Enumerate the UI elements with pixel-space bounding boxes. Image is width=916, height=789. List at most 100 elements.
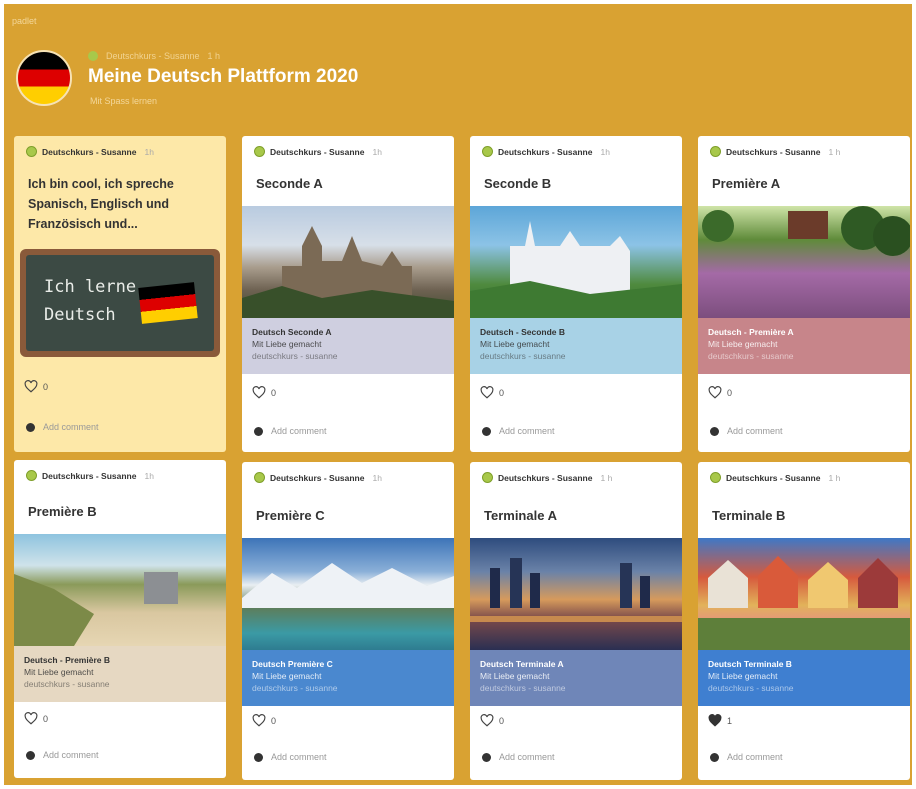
post-title: Terminale A xyxy=(484,508,557,523)
heart-icon xyxy=(708,386,722,399)
link-preview[interactable]: Deutsch Terminale B Mit Liebe gemacht de… xyxy=(698,650,910,706)
like-count: 0 xyxy=(43,713,49,724)
user-avatar xyxy=(710,426,719,436)
castle-image[interactable] xyxy=(242,206,454,318)
post-title: Terminale B xyxy=(712,508,786,523)
author-name: Deutschkurs - Susanne xyxy=(270,472,365,483)
comment-placeholder: Add comment xyxy=(43,750,99,760)
mountain-image[interactable] xyxy=(242,538,454,650)
add-comment-field[interactable]: Add comment xyxy=(26,422,99,432)
town-image[interactable] xyxy=(698,538,910,650)
author-name: Deutschkurs - Susanne xyxy=(270,146,365,157)
user-avatar xyxy=(710,752,719,762)
heathland-image[interactable] xyxy=(698,206,910,318)
comment-placeholder: Add comment xyxy=(271,426,327,436)
link-source: deutschkurs - susanne xyxy=(480,683,566,693)
heath-illustration xyxy=(702,206,910,256)
castle-illustration xyxy=(470,221,682,318)
post-author: Deutschkurs - Susanne 1 h xyxy=(710,472,840,483)
link-preview[interactable]: Deutsch Terminale A Mit Liebe gemacht de… xyxy=(470,650,682,706)
link-source: deutschkurs - susanne xyxy=(708,683,794,693)
post-time: 1 h xyxy=(600,472,613,483)
link-title: Deutsch Terminale B xyxy=(708,659,792,669)
author-name: Deutschkurs - Susanne xyxy=(726,472,821,483)
comment-placeholder: Add comment xyxy=(499,752,555,762)
beach-image[interactable] xyxy=(14,534,226,646)
link-title: Deutsch - Première B xyxy=(24,655,110,665)
author-name: Deutschkurs - Susanne xyxy=(498,146,593,157)
board-meta: Deutschkurs - Susanne 1 h xyxy=(88,51,220,61)
add-comment-field[interactable]: Add comment xyxy=(26,750,99,760)
add-comment-field[interactable]: Add comment xyxy=(482,426,555,436)
city-image[interactable] xyxy=(470,538,682,650)
add-comment-field[interactable]: Add comment xyxy=(710,426,783,436)
like-count: 1 xyxy=(727,715,733,726)
beach-illustration xyxy=(14,572,178,646)
link-preview[interactable]: Deutsch - Première B Mit Liebe gemacht d… xyxy=(14,646,226,702)
post-time: 1 h xyxy=(828,146,841,157)
add-comment-field[interactable]: Add comment xyxy=(482,752,555,762)
post-card[interactable]: Deutschkurs - Susanne 1h Seconde A Deuts… xyxy=(242,136,454,452)
like-button[interactable]: 0 xyxy=(480,714,504,727)
city-illustration xyxy=(470,558,682,622)
link-source: deutschkurs - susanne xyxy=(480,351,566,361)
link-subtitle: Mit Liebe gemacht xyxy=(252,671,322,681)
add-comment-field[interactable]: Add comment xyxy=(254,426,327,436)
chalkboard-image[interactable]: Ich lerne Deutsch xyxy=(20,249,220,357)
add-comment-field[interactable]: Add comment xyxy=(254,752,327,762)
author-name: Deutschkurs - Susanne xyxy=(498,472,593,483)
like-button[interactable]: 0 xyxy=(24,380,48,393)
link-preview[interactable]: Deutsch Première C Mit Liebe gemacht deu… xyxy=(242,650,454,706)
post-author: Deutschkurs - Susanne 1h xyxy=(26,470,154,481)
heart-icon xyxy=(24,712,38,725)
author-avatar xyxy=(88,51,98,61)
link-subtitle: Mit Liebe gemacht xyxy=(708,339,778,349)
user-avatar xyxy=(26,422,35,432)
like-count: 0 xyxy=(271,387,277,398)
post-card[interactable]: Deutschkurs - Susanne 1h Première B Deut… xyxy=(14,460,226,778)
link-preview[interactable]: Deutsch - Première A Mit Liebe gemacht d… xyxy=(698,318,910,374)
like-button[interactable]: 0 xyxy=(252,386,276,399)
like-button[interactable]: 0 xyxy=(252,714,276,727)
post-card[interactable]: Deutschkurs - Susanne 1h Ich bin cool, i… xyxy=(14,136,226,452)
post-card[interactable]: Deutschkurs - Susanne 1h Seconde B Deuts… xyxy=(470,136,682,452)
post-card[interactable]: Deutschkurs - Susanne 1 h Terminale A De… xyxy=(470,462,682,780)
link-title: Deutsch - Seconde B xyxy=(480,327,566,337)
link-preview[interactable]: Deutsch Seconde A Mit Liebe gemacht deut… xyxy=(242,318,454,374)
castle-image[interactable] xyxy=(470,206,682,318)
user-avatar xyxy=(254,426,263,436)
post-title: Première B xyxy=(28,504,97,519)
link-subtitle: Mit Liebe gemacht xyxy=(480,671,550,681)
link-preview[interactable]: Deutsch - Seconde B Mit Liebe gemacht de… xyxy=(470,318,682,374)
link-source: deutschkurs - susanne xyxy=(24,679,110,689)
add-comment-field[interactable]: Add comment xyxy=(710,752,783,762)
like-count: 0 xyxy=(499,715,505,726)
author-name: Deutschkurs - Susanne xyxy=(42,146,137,157)
user-avatar xyxy=(254,752,263,762)
board-time: 1 h xyxy=(207,51,221,61)
post-time: 1h xyxy=(600,146,610,157)
comment-placeholder: Add comment xyxy=(499,426,555,436)
post-time: 1h xyxy=(372,146,382,157)
town-illustration xyxy=(698,556,910,650)
like-button[interactable]: 0 xyxy=(480,386,504,399)
chalk-line: Ich lerne xyxy=(44,277,137,297)
author-name: Deutschkurs - Susanne xyxy=(42,470,137,481)
link-subtitle: Mit Liebe gemacht xyxy=(480,339,550,349)
board-author[interactable]: Deutschkurs - Susanne xyxy=(106,51,200,61)
user-avatar xyxy=(26,750,35,760)
author-avatar xyxy=(482,472,493,483)
post-card[interactable]: Deutschkurs - Susanne 1 h Première A Deu… xyxy=(698,136,910,452)
post-card[interactable]: Deutschkurs - Susanne 1h Première C Deut… xyxy=(242,462,454,780)
comment-placeholder: Add comment xyxy=(43,422,99,432)
like-button[interactable]: 0 xyxy=(24,712,48,725)
post-card[interactable]: Deutschkurs - Susanne 1 h Terminale B De… xyxy=(698,462,910,780)
author-avatar xyxy=(710,472,721,483)
like-button[interactable]: 0 xyxy=(708,386,732,399)
link-source: deutschkurs - susanne xyxy=(252,683,338,693)
post-time: 1h xyxy=(372,472,382,483)
post-title: Première C xyxy=(256,508,325,523)
comment-placeholder: Add comment xyxy=(727,752,783,762)
link-title: Deutsch Seconde A xyxy=(252,327,332,337)
like-button[interactable]: 1 xyxy=(708,714,732,727)
